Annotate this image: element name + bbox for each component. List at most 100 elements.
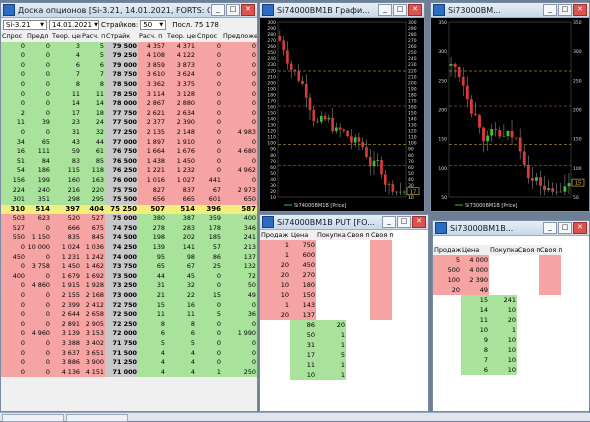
- board-cell[interactable]: 23: [51, 118, 81, 128]
- board-cell[interactable]: 3 624: [166, 70, 196, 80]
- board-cell[interactable]: 514: [26, 204, 51, 215]
- board-cell[interactable]: 39: [26, 118, 51, 128]
- board-row[interactable]: 450 0 1 231 1 242 74 000 95 98 86 137: [1, 252, 257, 263]
- board-cell[interactable]: 11: [81, 89, 105, 100]
- board-cell[interactable]: 3 859: [138, 60, 166, 71]
- board-row[interactable]: 0 0 7 7 78 750 3 610 3 624 0 0: [1, 70, 257, 80]
- board-row[interactable]: 224 240 216 220 75 750 827 837 67 2 973: [1, 185, 257, 196]
- ask-row[interactable]: 1 600: [260, 250, 428, 260]
- board-cell[interactable]: 0: [26, 319, 51, 330]
- board-cell[interactable]: 3 362: [138, 79, 166, 90]
- board-cell[interactable]: 16: [1, 147, 26, 157]
- column-header[interactable]: Покупка: [489, 245, 519, 255]
- board-cell[interactable]: 65: [138, 262, 166, 272]
- board-cell[interactable]: 78 500: [105, 79, 138, 90]
- board-cell[interactable]: 72 250: [105, 319, 138, 330]
- board-cell[interactable]: 77 000: [105, 137, 138, 148]
- board-cell[interactable]: 4 860: [26, 281, 51, 292]
- column-header[interactable]: Спрос: [1, 32, 26, 42]
- board-cell[interactable]: 0: [196, 99, 222, 109]
- board-cell[interactable]: 0: [1, 51, 26, 61]
- board-cell[interactable]: 601: [196, 195, 222, 205]
- board-cell[interactable]: 0: [196, 60, 222, 71]
- board-cell[interactable]: 1 679: [51, 271, 81, 282]
- board-cell[interactable]: 0: [26, 358, 51, 368]
- board-cell[interactable]: 666: [51, 223, 81, 234]
- board-cell[interactable]: 0: [26, 367, 51, 378]
- board-cell[interactable]: 241: [222, 233, 257, 244]
- board-cell[interactable]: 15: [138, 300, 166, 311]
- board-cell[interactable]: 3 873: [166, 60, 196, 71]
- column-header[interactable]: Своя п: [346, 230, 370, 240]
- board-cell[interactable]: 2 148: [166, 127, 196, 138]
- board-cell[interactable]: 16: [166, 300, 196, 311]
- board-row[interactable]: 310 514 397 404 75 250 507 514 396 587: [1, 204, 257, 215]
- board-cell[interactable]: 1 036: [81, 243, 105, 253]
- board-cell[interactable]: 4 151: [81, 367, 105, 378]
- board-cell[interactable]: 240: [26, 185, 51, 196]
- board-cell[interactable]: 213: [222, 243, 257, 253]
- board-cell[interactable]: 73 500: [105, 271, 138, 282]
- board-row[interactable]: 156 199 160 163 76 000 1 016 1 027 441 0: [1, 175, 257, 186]
- board-cell[interactable]: 115: [51, 166, 81, 176]
- bid-qty[interactable]: 1: [316, 360, 346, 370]
- board-row[interactable]: 03 758 1 450 1 462 73 750 65 67 25 132: [1, 262, 257, 272]
- board-cell[interactable]: 0: [26, 79, 51, 90]
- board-cell[interactable]: 1 915: [51, 281, 81, 292]
- board-cell[interactable]: 132: [222, 262, 257, 272]
- board-cell[interactable]: 0: [222, 339, 257, 349]
- board-cell[interactable]: 0: [222, 319, 257, 330]
- board-cell[interactable]: 45: [166, 271, 196, 282]
- taskbar-item[interactable]: [2, 414, 64, 422]
- board-cell[interactable]: 3 402: [81, 339, 105, 349]
- board-cell[interactable]: 67: [166, 262, 196, 272]
- ask-qty[interactable]: 20: [260, 260, 290, 270]
- board-cell[interactable]: 1 450: [166, 156, 196, 167]
- board-cell[interactable]: 0: [196, 127, 222, 138]
- chart2-titlebar[interactable]: Si73000BM... _ □ ✕: [431, 3, 589, 18]
- board-cell[interactable]: 665: [166, 195, 196, 205]
- board-cell[interactable]: 73 250: [105, 281, 138, 292]
- board-cell[interactable]: 0: [1, 367, 26, 378]
- ask-price[interactable]: 750: [290, 240, 316, 250]
- ask-price[interactable]: 49: [461, 285, 489, 295]
- board-cell[interactable]: 0: [222, 118, 257, 128]
- board-cell[interactable]: 0: [196, 137, 222, 148]
- board-cell[interactable]: 0: [1, 329, 26, 339]
- board-cell[interactable]: 0: [196, 118, 222, 128]
- column-header[interactable]: Теор. цена: [51, 32, 81, 42]
- ask-qty[interactable]: 10: [260, 280, 290, 290]
- board-cell[interactable]: 2 891: [51, 319, 81, 330]
- board-cell[interactable]: 5: [196, 310, 222, 320]
- board-cell[interactable]: 346: [222, 223, 257, 234]
- bid-qty[interactable]: 10: [489, 345, 517, 355]
- board-cell[interactable]: 75 500: [105, 195, 138, 205]
- bid-price[interactable]: 11: [290, 360, 316, 370]
- board-cell[interactable]: 199: [26, 175, 51, 186]
- board-cell[interactable]: 4: [166, 367, 196, 378]
- close-button[interactable]: ✕: [408, 4, 422, 16]
- board-cell[interactable]: 0: [26, 108, 51, 119]
- board-cell[interactable]: 4 983: [222, 127, 257, 138]
- board-cell[interactable]: 5: [166, 339, 196, 349]
- ask-qty[interactable]: 1: [260, 300, 290, 310]
- board-cell[interactable]: 2 880: [166, 99, 196, 109]
- bid-price[interactable]: 10: [461, 325, 489, 335]
- strikes-select[interactable]: 50 ▼: [140, 20, 167, 30]
- board-cell[interactable]: 8: [51, 79, 81, 90]
- ask-qty[interactable]: 100: [433, 275, 461, 285]
- bid-row[interactable]: 15 241: [433, 295, 589, 305]
- board-cell[interactable]: 0: [26, 339, 51, 349]
- ask-row[interactable]: 10 180: [260, 280, 428, 290]
- bid-qty[interactable]: 20: [489, 315, 517, 325]
- board-row[interactable]: 51 84 83 85 76 500 1 438 1 450 0 0: [1, 156, 257, 167]
- board-cell[interactable]: 83: [51, 156, 81, 167]
- bid-price[interactable]: 50: [290, 330, 316, 340]
- board-cell[interactable]: 1 016: [138, 175, 166, 186]
- board-cell[interactable]: 1: [196, 367, 222, 378]
- board-cell[interactable]: 0: [222, 300, 257, 311]
- board-cell[interactable]: 163: [81, 175, 105, 186]
- board-cell[interactable]: 15: [196, 291, 222, 301]
- board-cell[interactable]: 43: [51, 137, 81, 148]
- board-cell[interactable]: 75 250: [105, 204, 138, 215]
